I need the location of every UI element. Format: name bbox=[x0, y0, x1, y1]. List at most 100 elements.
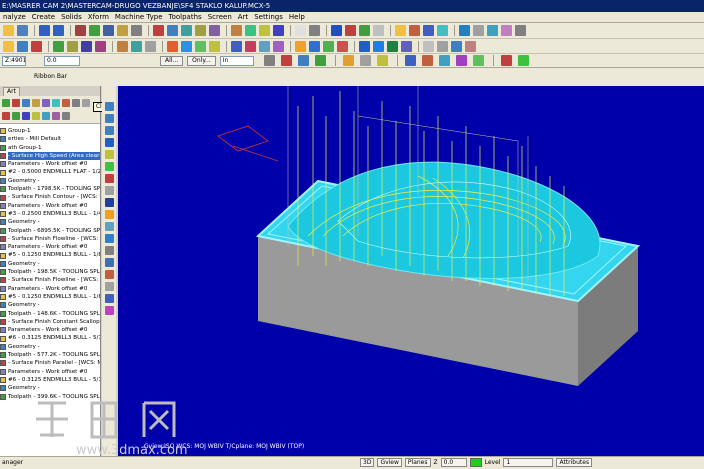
toggle-display-icon[interactable] bbox=[12, 112, 20, 120]
high-speed-icon[interactable] bbox=[387, 40, 398, 52]
move-down-icon[interactable] bbox=[32, 112, 40, 120]
menu-create[interactable]: Create bbox=[29, 12, 58, 23]
measure-icon[interactable] bbox=[104, 222, 114, 231]
zoom-out-icon[interactable] bbox=[117, 25, 128, 36]
tree-item[interactable]: Parameters - Work offset #0 bbox=[0, 285, 100, 293]
rotate-view-icon[interactable] bbox=[104, 150, 114, 159]
break-icon[interactable] bbox=[131, 40, 142, 52]
auto-cursor-icon[interactable] bbox=[376, 55, 388, 66]
menu-toolpaths[interactable]: Toolpaths bbox=[166, 12, 205, 23]
surface-rough-icon[interactable] bbox=[359, 40, 370, 52]
menu-machine-type[interactable]: Machine Type bbox=[112, 12, 166, 23]
level-select[interactable]: 1 bbox=[503, 458, 554, 467]
repaint-icon[interactable] bbox=[153, 25, 164, 36]
menu-help[interactable]: Help bbox=[286, 12, 308, 23]
surface-finish-icon[interactable] bbox=[373, 40, 384, 52]
tree-item[interactable]: Geometry - bbox=[0, 343, 100, 351]
operations-icon[interactable] bbox=[465, 40, 476, 52]
plane-icon[interactable] bbox=[487, 25, 498, 36]
tree-item[interactable]: ath Group-1 bbox=[0, 144, 100, 152]
delete-icon[interactable] bbox=[75, 25, 86, 36]
move-up-icon[interactable] bbox=[42, 112, 50, 120]
scroll-icon[interactable] bbox=[62, 112, 70, 120]
z-depth-field[interactable]: Z:49019 bbox=[2, 55, 26, 66]
cube-icon[interactable] bbox=[295, 25, 306, 36]
arc-icon[interactable] bbox=[31, 40, 42, 52]
tree-item[interactable]: - Surface Finish Constant Scallop - [WC bbox=[0, 318, 100, 326]
planes-button[interactable]: Planes bbox=[404, 458, 431, 467]
tree-item[interactable]: #6 - 0.3125 ENDMILL3 BULL - 5/16 B bbox=[0, 334, 100, 342]
center-icon[interactable] bbox=[438, 55, 450, 66]
new-file-icon[interactable] bbox=[3, 25, 14, 36]
endpoint-icon[interactable] bbox=[404, 55, 416, 66]
help-icon[interactable] bbox=[515, 25, 526, 36]
properties-icon[interactable] bbox=[104, 258, 114, 267]
tree-item[interactable]: #5 - 0.1250 ENDMILL3 BULL - 1/8 BU bbox=[0, 293, 100, 301]
analyze-icon[interactable] bbox=[345, 25, 356, 36]
stock-icon[interactable] bbox=[423, 40, 434, 52]
deselect-ops-icon[interactable] bbox=[12, 99, 20, 107]
shaded-icon[interactable] bbox=[245, 25, 256, 36]
sphere-icon[interactable] bbox=[331, 25, 342, 36]
verify-ops-icon[interactable] bbox=[52, 99, 60, 107]
chain-icon[interactable] bbox=[280, 55, 292, 66]
select-only-button[interactable]: Only... bbox=[187, 55, 216, 66]
insert-arrow-icon[interactable] bbox=[52, 112, 60, 120]
intersect-icon[interactable] bbox=[455, 55, 467, 66]
post-icon[interactable] bbox=[459, 25, 470, 36]
contour-icon[interactable] bbox=[309, 40, 320, 52]
tree-item[interactable]: - Surface Finish Flowline - [WCS: MOJ bbox=[0, 276, 100, 284]
undo-icon[interactable] bbox=[39, 25, 50, 36]
zoom-in-icon[interactable] bbox=[103, 25, 114, 36]
open-file-icon[interactable] bbox=[17, 25, 28, 36]
tree-item[interactable]: #6 - 0.3125 ENDMILL3 BULL - 5/16 B bbox=[0, 376, 100, 384]
backplot-icon[interactable] bbox=[423, 25, 434, 36]
tab-art[interactable]: Art bbox=[3, 86, 20, 96]
select-all-ops-icon[interactable] bbox=[2, 99, 10, 107]
wcs-icon[interactable] bbox=[104, 198, 114, 207]
mask-icon[interactable] bbox=[359, 55, 371, 66]
tool-manager-icon[interactable] bbox=[451, 40, 462, 52]
solid-icon[interactable] bbox=[373, 25, 384, 36]
select-all-button[interactable]: All... bbox=[160, 55, 184, 66]
apply-icon[interactable] bbox=[517, 55, 529, 66]
pan-icon[interactable] bbox=[104, 162, 114, 171]
cursor-icon[interactable] bbox=[263, 55, 275, 66]
hidden-line-icon[interactable] bbox=[273, 25, 284, 36]
offset-field[interactable]: 0.0 bbox=[44, 55, 80, 66]
tree-item[interactable]: #3 - 0.2500 ENDMILL3 BULL - 1/4 BU bbox=[0, 210, 100, 218]
translate-icon[interactable] bbox=[167, 40, 178, 52]
fixture-icon[interactable] bbox=[437, 40, 448, 52]
chamfer-icon[interactable] bbox=[67, 40, 78, 52]
mirror-icon[interactable] bbox=[195, 40, 206, 52]
iso-view-icon[interactable] bbox=[209, 25, 220, 36]
scale-icon[interactable] bbox=[209, 40, 220, 52]
front-view-icon[interactable] bbox=[181, 25, 192, 36]
shaded-edges-icon[interactable] bbox=[259, 25, 270, 36]
line-icon[interactable] bbox=[17, 40, 28, 52]
rectangle-icon[interactable] bbox=[81, 40, 92, 52]
side-view-icon[interactable] bbox=[195, 25, 206, 36]
tree-item[interactable]: Geometry - bbox=[0, 218, 100, 226]
redo-icon[interactable] bbox=[53, 25, 64, 36]
tree-item[interactable]: Parameters - Work offset #0 bbox=[0, 326, 100, 334]
high-feed-icon[interactable] bbox=[72, 99, 80, 107]
extrude-icon[interactable] bbox=[231, 40, 242, 52]
sweep-icon[interactable] bbox=[273, 40, 284, 52]
menu-solids[interactable]: Solids bbox=[58, 12, 85, 23]
star-icon[interactable] bbox=[295, 40, 306, 52]
tree-item[interactable]: Parameters - Work offset #0 bbox=[0, 202, 100, 210]
tree-item[interactable]: #2 - 0.5000 ENDMILL1 FLAT - 1/2 FL bbox=[0, 168, 100, 176]
stl-icon[interactable] bbox=[104, 282, 114, 291]
tree-item[interactable]: Parameters - Work offset #0 bbox=[0, 160, 100, 168]
tree-item[interactable]: Toolpath - 148.6K - TOOLING SPLIT bbox=[0, 310, 100, 318]
pocket-icon[interactable] bbox=[323, 40, 334, 52]
clear-colors-icon[interactable] bbox=[104, 270, 114, 279]
attributes-button[interactable]: Attributes bbox=[556, 458, 593, 467]
wireframe-icon[interactable] bbox=[231, 25, 242, 36]
verify-icon[interactable] bbox=[437, 25, 448, 36]
vector-icon[interactable] bbox=[342, 55, 354, 66]
menu-art[interactable]: Art bbox=[235, 12, 251, 23]
ok-icon[interactable] bbox=[500, 55, 512, 66]
gview-top-icon[interactable] bbox=[104, 102, 114, 111]
